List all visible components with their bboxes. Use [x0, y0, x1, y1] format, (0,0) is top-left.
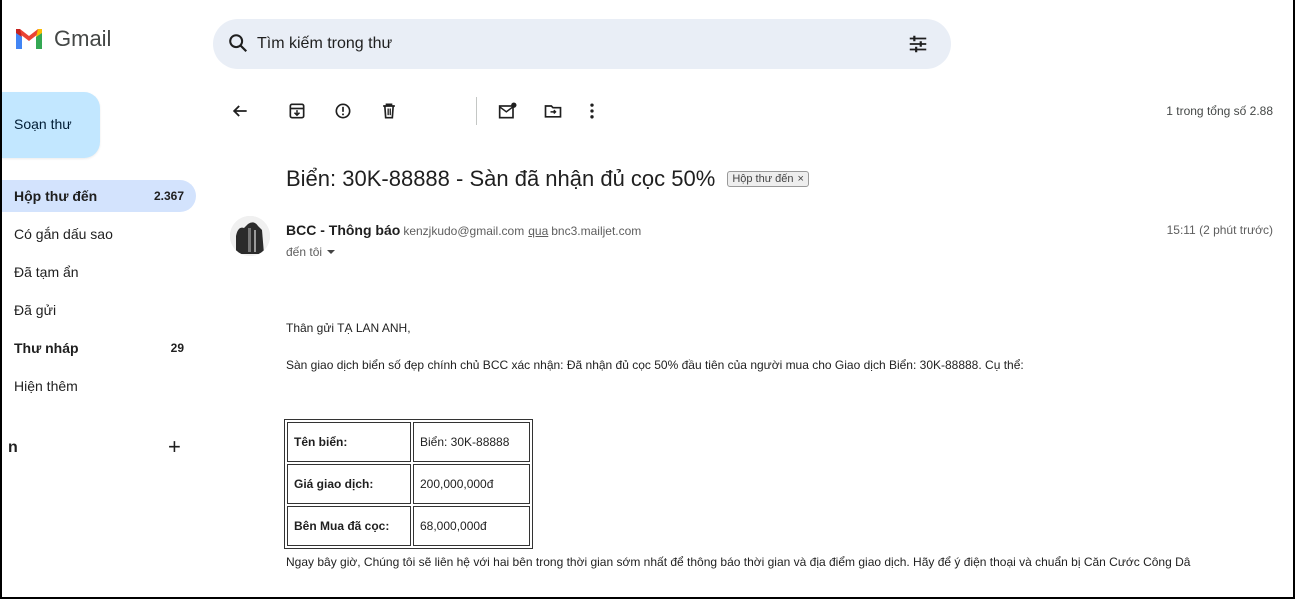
label-chip-close[interactable]: × — [798, 173, 804, 185]
sidebar-item-snoozed[interactable]: Đã tạm ẩn — [2, 256, 196, 288]
email-timestamp: 15:11 (2 phút trước) — [1166, 223, 1273, 237]
subject-text: Biển: 30K-88888 - Sàn đã nhận đủ cọc 50% — [286, 166, 716, 191]
compose-button[interactable]: Soạn thư — [2, 92, 100, 158]
move-to-icon[interactable] — [541, 99, 565, 123]
gmail-logo[interactable]: Gmail — [14, 26, 111, 52]
sidebar-item-label: Hộp thư đến — [14, 188, 98, 204]
sender-info: BCC - Thông báo kenzjkudo@gmail.com qua bnc… — [286, 222, 641, 238]
sidebar-item-count: 29 — [170, 341, 184, 355]
gmail-m-icon — [16, 29, 42, 49]
avatar-image — [230, 216, 270, 256]
delete-icon[interactable] — [377, 99, 401, 123]
toolbar-divider — [476, 97, 477, 125]
email-greeting: Thân gửi TẠ LAN ANH, — [286, 321, 411, 335]
more-vert-icon[interactable] — [580, 99, 604, 123]
app-name: Gmail — [54, 26, 112, 51]
labels-heading: n — [8, 439, 18, 456]
archive-icon[interactable] — [285, 99, 309, 123]
sidebar-item-starred[interactable]: Có gắn dấu sao — [2, 218, 196, 250]
via-link[interactable]: qua — [528, 224, 548, 238]
sidebar-item-count: 2.367 — [153, 189, 184, 203]
sidebar-item-sent[interactable]: Đã gửi — [2, 294, 196, 326]
back-arrow-icon[interactable] — [228, 99, 252, 123]
email-subject: Biển: 30K-88888 - Sàn đã nhận đủ cọc 50%… — [286, 166, 809, 192]
transaction-details-table: Tên biển: Biển: 30K-88888 Giá giao dịch:… — [284, 419, 533, 549]
sidebar-item-label: Đã tạm ẩn — [14, 264, 79, 280]
sender-email: kenzjkudo@gmail.com — [403, 224, 525, 238]
sidebar-item-label: Thư nháp — [14, 340, 79, 356]
pagination-count: 1 trong tổng số 2.88 — [1166, 104, 1273, 118]
report-spam-icon[interactable] — [331, 99, 355, 123]
table-row: Giá giao dịch: 200,000,000đ — [287, 464, 530, 504]
recipient-text: đến tôi — [286, 245, 323, 259]
sidebar-item-inbox[interactable]: Hộp thư đến 2.367 — [2, 180, 196, 212]
chevron-down-icon[interactable] — [326, 247, 336, 257]
mark-unread-icon[interactable] — [496, 99, 520, 123]
search-icon[interactable] — [227, 32, 249, 54]
table-cell-value: 68,000,000đ — [413, 506, 530, 546]
sidebar-item-label: Hiện thêm — [14, 378, 78, 394]
table-row: Bên Mua đã cọc: 68,000,000đ — [287, 506, 530, 546]
table-cell-value: Biển: 30K-88888 — [413, 422, 530, 462]
via-domain: bnc3.mailjet.com — [551, 224, 642, 238]
email-intro: Sàn giao dịch biển số đẹp chính chủ BCC … — [286, 358, 1024, 372]
search-bar[interactable]: Tìm kiếm trong thư — [213, 19, 951, 69]
recipient-details[interactable]: đến tôi — [286, 245, 336, 259]
table-cell-value: 200,000,000đ — [413, 464, 530, 504]
sidebar-item-label: Có gắn dấu sao — [14, 226, 113, 242]
table-cell-key: Giá giao dịch: — [287, 464, 411, 504]
email-closing: Ngay bây giờ, Chúng tôi sẽ liên hệ với h… — [286, 555, 1191, 569]
sidebar-item-more[interactable]: Hiện thêm — [2, 370, 196, 402]
search-input[interactable]: Tìm kiếm trong thư — [257, 35, 392, 53]
table-cell-key: Tên biển: — [287, 422, 411, 462]
compose-label: Soạn thư — [14, 116, 72, 132]
sidebar-item-drafts[interactable]: Thư nháp 29 — [2, 332, 196, 364]
sender-avatar[interactable] — [230, 216, 270, 256]
sender-name[interactable]: BCC - Thông báo — [286, 222, 400, 238]
table-cell-key: Bên Mua đã cọc: — [287, 506, 411, 546]
label-chip-text: Hộp thư đến — [732, 173, 794, 185]
label-chip[interactable]: Hộp thư đến × — [727, 171, 809, 187]
search-options-icon[interactable] — [907, 33, 929, 55]
add-label-button[interactable]: + — [168, 436, 181, 458]
sidebar-item-label: Đã gửi — [14, 302, 57, 318]
table-row: Tên biển: Biển: 30K-88888 — [287, 422, 530, 462]
